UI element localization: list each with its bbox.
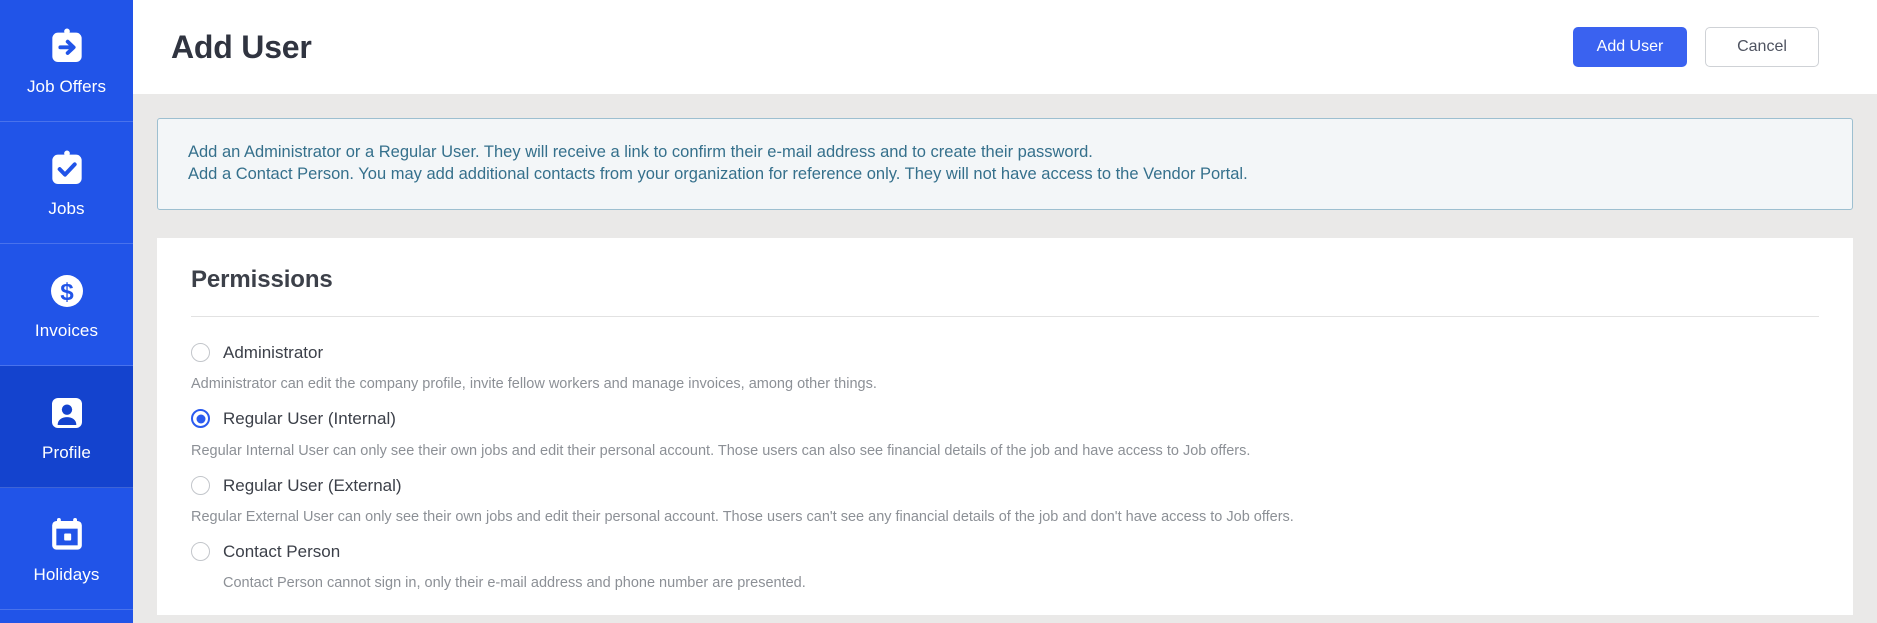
dollar-circle-icon: $: [47, 271, 87, 311]
info-banner-line-1: Add an Administrator or a Regular User. …: [188, 143, 1093, 161]
permission-option-regular-user-internal: Regular User (Internal) Regular Internal…: [191, 406, 1819, 460]
permissions-title: Permissions: [191, 266, 333, 294]
clipboard-check-icon: [47, 149, 87, 189]
radio-regular-user-external[interactable]: [191, 475, 210, 495]
sidebar-item-profile[interactable]: Profile: [0, 366, 133, 488]
sidebar-item-label: Jobs: [48, 198, 85, 218]
sidebar-item-holidays[interactable]: Holidays: [0, 488, 133, 610]
app-root: Job Offers Jobs $ Invoices Profile Holid…: [0, 0, 1877, 623]
permission-option-administrator: Administrator Administrator can edit the…: [191, 339, 1819, 393]
radio-contact-person[interactable]: [191, 541, 210, 561]
info-banner: Add an Administrator or a Regular User. …: [157, 118, 1853, 211]
permission-option-label[interactable]: Contact Person: [223, 543, 340, 560]
permission-option-row[interactable]: Administrator: [191, 339, 1819, 365]
calendar-icon: [47, 515, 87, 555]
sidebar-item-label: Invoices: [34, 320, 99, 340]
info-banner-line-2: Add a Contact Person. You may add additi…: [188, 165, 1248, 184]
radio-administrator[interactable]: [191, 342, 210, 362]
page-header: Add User Add User Cancel: [133, 0, 1877, 94]
permission-option-description: Administrator can edit the company profi…: [191, 376, 877, 393]
sidebar-item-invoices[interactable]: $ Invoices: [0, 244, 133, 366]
sidebar-item-job-offers[interactable]: Job Offers: [0, 0, 133, 122]
svg-text:$: $: [60, 278, 74, 305]
permissions-card: Permissions Administrator Administrator …: [157, 238, 1853, 615]
permission-option-description: Contact Person cannot sign in, only thei…: [223, 575, 806, 592]
add-user-button[interactable]: Add User: [1573, 27, 1687, 67]
radio-regular-user-internal[interactable]: [191, 409, 210, 429]
cancel-button[interactable]: Cancel: [1705, 27, 1819, 67]
permission-option-row[interactable]: Regular User (Internal): [191, 406, 1819, 432]
header-actions: Add User Cancel: [1573, 27, 1839, 67]
sidebar-item-label: Holidays: [33, 564, 100, 584]
main-area: Add User Add User Cancel Add an Administ…: [133, 0, 1877, 623]
permission-option-contact-person: Contact Person Contact Person cannot sig…: [191, 538, 1819, 592]
permission-option-description: Regular Internal User can only see their…: [191, 442, 1251, 459]
sidebar-item-label: Profile: [42, 442, 91, 462]
permission-option-description: Regular External User can only see their…: [191, 509, 1294, 525]
permission-option-label[interactable]: Administrator: [223, 344, 323, 361]
sidebar-item-label: Job Offers: [26, 76, 107, 96]
page-content: Add an Administrator or a Regular User. …: [133, 118, 1877, 615]
permission-option-label[interactable]: Regular User (External): [223, 477, 402, 494]
permissions-options: Administrator Administrator can edit the…: [191, 317, 1819, 593]
permission-option-regular-user-external: Regular User (External) Regular External…: [191, 472, 1819, 526]
sidebar-item-jobs[interactable]: Jobs: [0, 122, 133, 244]
user-icon: [47, 393, 87, 433]
permission-option-row[interactable]: Regular User (External): [191, 472, 1819, 498]
permission-option-label[interactable]: Regular User (Internal): [223, 410, 396, 427]
permission-option-row[interactable]: Contact Person: [191, 538, 1819, 564]
sidebar: Job Offers Jobs $ Invoices Profile Holid…: [0, 0, 133, 623]
page-title: Add User: [171, 29, 312, 65]
clipboard-arrow-icon: [47, 27, 87, 67]
